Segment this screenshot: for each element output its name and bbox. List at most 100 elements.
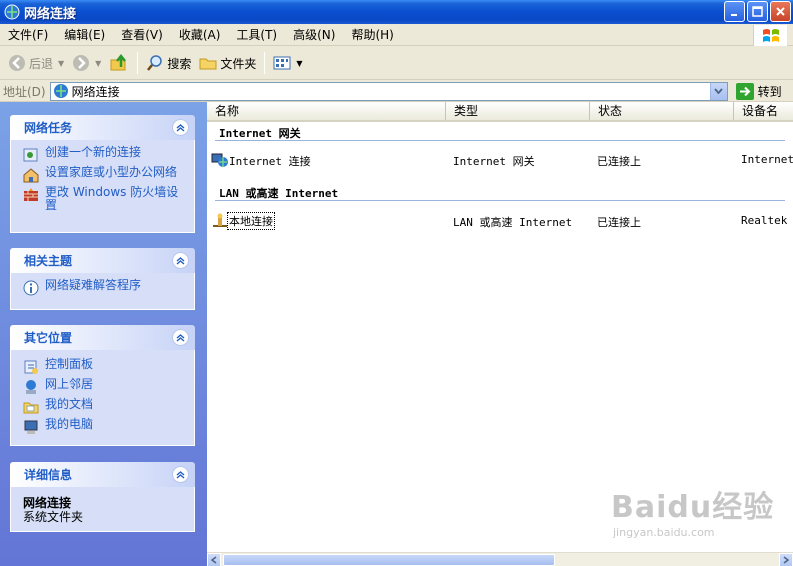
column-type[interactable]: 类型 xyxy=(446,102,590,120)
minimize-icon xyxy=(731,14,737,16)
folders-button[interactable]: 文件夹 xyxy=(195,50,260,76)
network-troubleshooter-task[interactable]: 网络疑难解答程序 xyxy=(23,279,186,296)
internet-connection-row[interactable]: Internet 连接 Internet 网关 已连接上 Internet xyxy=(207,149,793,171)
address-label: 地址(D) xyxy=(3,84,46,99)
title-bar: 网络连接 xyxy=(0,0,793,24)
control-panel-icon xyxy=(24,360,38,374)
my-computer-link[interactable]: 我的电脑 xyxy=(23,418,186,435)
task-pane: 网络任务 创建一个新的连接 设置家庭或小型办公网络 更改 Windows 防火墙… xyxy=(0,102,207,566)
task-label: 创建一个新的连接 xyxy=(45,145,142,159)
horizontal-scrollbar[interactable] xyxy=(207,552,793,566)
task-label: 设置家庭或小型办公网络 xyxy=(45,165,178,179)
folder-icon xyxy=(199,58,217,70)
toolbar: 后退 ▼ ▼ 搜索 文件夹 ▼ xyxy=(0,47,793,80)
close-button[interactable] xyxy=(770,1,791,22)
forward-arrow-icon xyxy=(73,55,90,71)
task-label: 我的电脑 xyxy=(45,417,94,431)
close-icon xyxy=(776,7,785,16)
details-header[interactable]: 详细信息 xyxy=(10,462,195,487)
windows-logo-icon xyxy=(753,25,787,46)
panel-title: 详细信息 xyxy=(24,468,73,482)
my-computer-icon xyxy=(24,420,38,434)
folders-label: 文件夹 xyxy=(220,56,257,71)
details-name: 网络连接 xyxy=(23,496,72,510)
group-lan: LAN 或高速 Internet xyxy=(219,187,339,200)
scroll-right-button[interactable] xyxy=(779,553,793,566)
forward-dropdown-icon[interactable]: ▼ xyxy=(95,59,101,68)
back-arrow-icon xyxy=(9,55,25,71)
maximize-button[interactable] xyxy=(747,1,768,22)
local-connection-row[interactable]: 本地连接 LAN 或高速 Internet 已连接上 Realtek xyxy=(207,210,793,232)
connection-device: Realtek xyxy=(741,214,788,227)
task-label: 控制面板 xyxy=(45,357,94,371)
home-network-icon xyxy=(23,168,39,183)
firewall-task[interactable]: 更改 Windows 防火墙设置 xyxy=(23,186,186,212)
back-dropdown-icon[interactable]: ▼ xyxy=(58,59,64,68)
menu-edit[interactable]: 编辑(E) xyxy=(56,24,113,46)
chevron-down-icon xyxy=(714,88,723,94)
watermark-brand: Baidu经验 xyxy=(611,490,775,525)
address-bar: 地址(D) 网络连接 转到 xyxy=(0,81,793,102)
panel-title: 其它位置 xyxy=(24,331,73,345)
group-internet-gateway: Internet 网关 xyxy=(219,127,301,140)
toolbar-separator xyxy=(264,52,266,74)
address-input[interactable]: 网络连接 xyxy=(49,81,728,101)
related-topics-header[interactable]: 相关主题 xyxy=(10,248,195,273)
collapse-icon[interactable] xyxy=(172,252,189,269)
connection-status: 已连接上 xyxy=(597,155,641,168)
create-connection-task[interactable]: 创建一个新的连接 xyxy=(23,146,186,163)
network-tasks-header[interactable]: 网络任务 xyxy=(10,115,195,140)
connection-status: 已连接上 xyxy=(597,216,641,229)
search-button[interactable]: 搜索 xyxy=(142,50,195,76)
details-type: 系统文件夹 xyxy=(23,510,84,524)
group-divider xyxy=(215,200,785,201)
minimize-button[interactable] xyxy=(724,1,745,22)
up-folder-icon xyxy=(110,53,127,71)
network-tasks-panel: 网络任务 创建一个新的连接 设置家庭或小型办公网络 更改 Windows 防火墙… xyxy=(10,115,195,233)
home-network-task[interactable]: 设置家庭或小型办公网络 xyxy=(23,166,186,183)
group-divider xyxy=(215,140,785,141)
back-button[interactable]: 后退 ▼ xyxy=(4,50,68,76)
my-documents-link[interactable]: 我的文档 xyxy=(23,398,186,415)
other-places-header[interactable]: 其它位置 xyxy=(10,325,195,350)
my-documents-icon xyxy=(23,402,39,414)
task-label: 更改 Windows 防火墙设置 xyxy=(45,185,179,212)
menu-advanced[interactable]: 高级(N) xyxy=(285,24,343,46)
connections-list: 名称 类型 状态 设备名 Internet 网关 Internet 连接 Int… xyxy=(207,102,793,566)
back-label: 后退 xyxy=(29,56,54,71)
forward-button[interactable]: ▼ xyxy=(68,50,105,76)
connection-device: Internet xyxy=(741,153,793,166)
watermark: Baidu经验 jingyan.baidu.com xyxy=(611,482,774,539)
menu-file[interactable]: 文件(F) xyxy=(0,24,56,46)
connection-type: LAN 或高速 Internet xyxy=(453,216,573,229)
column-status[interactable]: 状态 xyxy=(590,102,734,120)
network-places-link[interactable]: 网上邻居 xyxy=(23,378,186,395)
views-icon xyxy=(273,56,291,70)
task-label: 网络疑难解答程序 xyxy=(45,278,142,292)
control-panel-link[interactable]: 控制面板 xyxy=(23,358,186,375)
scroll-thumb[interactable] xyxy=(223,554,555,566)
task-label: 我的文档 xyxy=(45,397,94,411)
column-device[interactable]: 设备名 xyxy=(734,102,793,120)
up-folder-button[interactable] xyxy=(105,50,133,76)
connection-type: Internet 网关 xyxy=(453,155,535,168)
menu-help[interactable]: 帮助(H) xyxy=(343,24,401,46)
goto-button[interactable]: 转到 xyxy=(735,82,782,100)
collapse-icon[interactable] xyxy=(172,329,189,346)
address-dropdown-button[interactable] xyxy=(709,82,727,100)
panel-title: 网络任务 xyxy=(24,121,73,135)
collapse-icon[interactable] xyxy=(172,119,189,136)
views-dropdown-icon[interactable]: ▼ xyxy=(296,59,302,68)
menu-view[interactable]: 查看(V) xyxy=(113,24,171,46)
window-title: 网络连接 xyxy=(24,6,77,22)
firewall-icon xyxy=(24,188,38,201)
collapse-icon[interactable] xyxy=(172,466,189,483)
column-name[interactable]: 名称 xyxy=(207,102,446,120)
menu-tools[interactable]: 工具(T) xyxy=(228,24,285,46)
views-button[interactable]: ▼ xyxy=(269,50,306,76)
maximize-icon xyxy=(752,6,763,17)
menu-favorites[interactable]: 收藏(A) xyxy=(171,24,229,46)
new-connection-icon xyxy=(23,148,38,162)
scroll-left-button[interactable] xyxy=(207,553,221,566)
network-places-icon xyxy=(26,380,36,394)
